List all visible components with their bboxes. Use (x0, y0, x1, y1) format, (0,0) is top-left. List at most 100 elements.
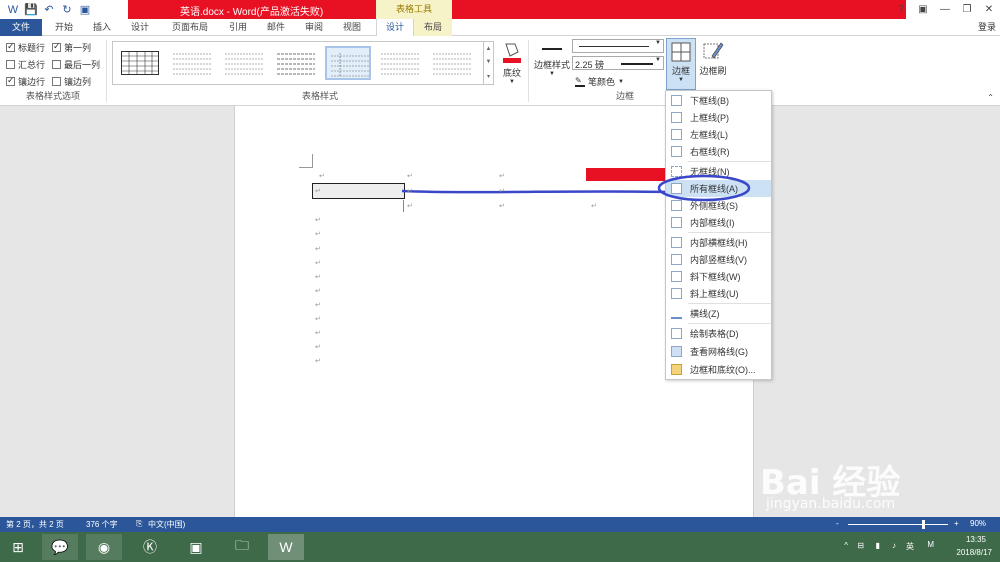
border-painter-button[interactable]: 边框刷 (698, 40, 728, 77)
page-counter[interactable]: 第 2 页，共 2 页 (6, 519, 64, 530)
menu-item-diagonal-down[interactable]: 斜下框线(W) (666, 268, 771, 285)
file-explorer-icon[interactable]: 🗀 (224, 534, 260, 560)
help-button[interactable]: ? (890, 0, 912, 19)
tab-page-layout[interactable]: 页面布局 (164, 19, 216, 36)
tab-table-design[interactable]: 设计 (376, 19, 414, 36)
table-style-option[interactable] (429, 46, 475, 80)
scroll-up-icon[interactable]: ▲ (486, 46, 492, 52)
menu-item-draw-table[interactable]: 绘制表格(D) (666, 325, 771, 342)
network-icon[interactable]: ⊟ (857, 541, 864, 550)
zoom-slider[interactable] (848, 524, 948, 525)
menu-item-inside-horizontal[interactable]: 内部横框线(H) (666, 234, 771, 251)
undo-icon[interactable]: ↶ (42, 3, 56, 17)
clock-time[interactable]: 13:35 (966, 535, 986, 544)
checkbox-icon[interactable] (52, 60, 61, 69)
menu-item-horizontal-line[interactable]: 横线(Z) (666, 305, 771, 322)
kugou-icon[interactable]: Ⓚ (132, 534, 168, 560)
paragraph-mark: ↵ (315, 231, 321, 238)
quick-save-icon[interactable]: ▣ (78, 3, 92, 17)
border-styles-button[interactable]: 边框样式 ▼ (532, 44, 572, 77)
more-icon[interactable]: ▾ (487, 73, 490, 80)
tab-design[interactable]: 设计 (124, 19, 156, 36)
collapse-ribbon-icon[interactable]: ⌃ (987, 93, 994, 102)
word-count[interactable]: 376 个字 (86, 519, 118, 530)
proofing-icon[interactable]: ⎘ (136, 519, 142, 529)
checkbox-icon[interactable] (6, 60, 15, 69)
menu-item-bottom-border[interactable]: 下框线(B) (666, 92, 771, 109)
menu-item-top-border[interactable]: 上框线(P) (666, 109, 771, 126)
menu-item-inside-borders[interactable]: 内部框线(I) (666, 214, 771, 231)
tab-insert[interactable]: 插入 (86, 19, 118, 36)
tab-view[interactable]: 视图 (336, 19, 368, 36)
table-style-option-selected[interactable] (325, 46, 371, 80)
table-styles-gallery[interactable]: ▲ ▼ ▾ (112, 41, 494, 85)
menu-item-left-border[interactable]: 左框线(L) (666, 126, 771, 143)
checkbox-checked-icon[interactable] (52, 41, 61, 52)
option-last-column[interactable]: 最后一列 (52, 58, 100, 71)
tab-references[interactable]: 引用 (222, 19, 254, 36)
minimize-button[interactable]: — (934, 0, 956, 19)
redo-icon[interactable]: ↻ (60, 3, 74, 17)
clock-date[interactable]: 2018/8/17 (956, 548, 992, 557)
paragraph-mark: ↵ (407, 203, 413, 210)
tab-home[interactable]: 开始 (48, 19, 80, 36)
chevron-down-icon: ▼ (509, 79, 515, 85)
menu-item-diagonal-up[interactable]: 斜上框线(U) (666, 285, 771, 302)
close-button[interactable]: ✕ (978, 0, 1000, 19)
option-first-column[interactable]: 第一列 (52, 41, 91, 54)
borders-button[interactable]: 边框 ▼ (666, 38, 696, 90)
tray-up-icon[interactable]: ^ (844, 541, 848, 550)
chrome-icon[interactable]: ◉ (86, 534, 122, 560)
scroll-down-icon[interactable]: ▼ (486, 59, 492, 65)
menu-item-borders-and-shading[interactable]: 边框和底纹(O)... (666, 361, 771, 378)
zoom-plus[interactable]: + (954, 519, 959, 528)
table-style-option[interactable] (117, 46, 163, 80)
tab-mailings[interactable]: 邮件 (260, 19, 292, 36)
pen-color-button[interactable]: ✎ 笔颜色 ▼ (575, 75, 624, 88)
paragraph-mark: ↵ (315, 246, 321, 253)
table-style-option[interactable] (377, 46, 423, 80)
gallery-scroll[interactable]: ▲ ▼ ▾ (483, 42, 493, 84)
checkbox-checked-icon[interactable] (6, 41, 15, 52)
language-indicator[interactable]: 中文(中国) (148, 519, 185, 530)
option-header-row[interactable]: 标题行 (6, 41, 45, 54)
ime-indicator[interactable]: 英 (906, 541, 914, 552)
restore-button[interactable]: ❐ (956, 0, 978, 19)
grid-table-icon (121, 51, 159, 75)
menu-item-view-gridlines[interactable]: 查看网格线(G) (666, 343, 771, 360)
ribbon-display-icon[interactable]: ▣ (912, 0, 934, 19)
option-banded-columns[interactable]: 镶边列 (52, 75, 91, 88)
save-icon[interactable]: 💾 (24, 3, 38, 17)
line-style-select[interactable]: ▼ (572, 39, 664, 53)
menu-item-right-border[interactable]: 右框线(R) (666, 143, 771, 160)
zoom-minus[interactable]: - (836, 519, 839, 528)
view-gridlines-icon (671, 346, 682, 357)
word-taskbar-icon[interactable]: W (268, 534, 304, 560)
game-app-icon[interactable]: ▣ (178, 534, 214, 560)
checkbox-icon[interactable] (52, 77, 61, 86)
menu-item-inside-vertical[interactable]: 内部竖框线(V) (666, 251, 771, 268)
ime-mode-icon[interactable]: M (927, 540, 934, 549)
shading-button[interactable]: 底纹 ▼ (498, 40, 526, 85)
tab-file[interactable]: 文件 (0, 19, 42, 36)
table-cell-selected[interactable] (312, 183, 405, 199)
table-style-option[interactable] (273, 46, 319, 80)
annotation-ellipse (657, 174, 751, 202)
option-banded-rows[interactable]: 镶边行 (6, 75, 45, 88)
checkbox-checked-icon[interactable] (6, 75, 15, 86)
tab-table-layout[interactable]: 布局 (414, 19, 452, 36)
grid-table-icon (173, 53, 211, 75)
zoom-slider-thumb[interactable] (922, 520, 925, 529)
wechat-icon[interactable]: 💬 (42, 534, 78, 560)
login-link[interactable]: 登录 (978, 19, 996, 36)
paragraph-mark: ↵ (315, 288, 321, 295)
volume-icon[interactable]: ♪ (892, 541, 896, 550)
line-weight-select[interactable]: 2.25 磅 ▼ (572, 56, 664, 70)
windows-start-icon[interactable]: ⊞ (0, 534, 36, 560)
table-style-option[interactable] (221, 46, 267, 80)
battery-icon[interactable]: ▮ (876, 541, 880, 550)
tab-review[interactable]: 审阅 (298, 19, 330, 36)
table-style-option[interactable] (169, 46, 215, 80)
zoom-level[interactable]: 90% (970, 519, 986, 528)
option-total-row[interactable]: 汇总行 (6, 58, 45, 71)
